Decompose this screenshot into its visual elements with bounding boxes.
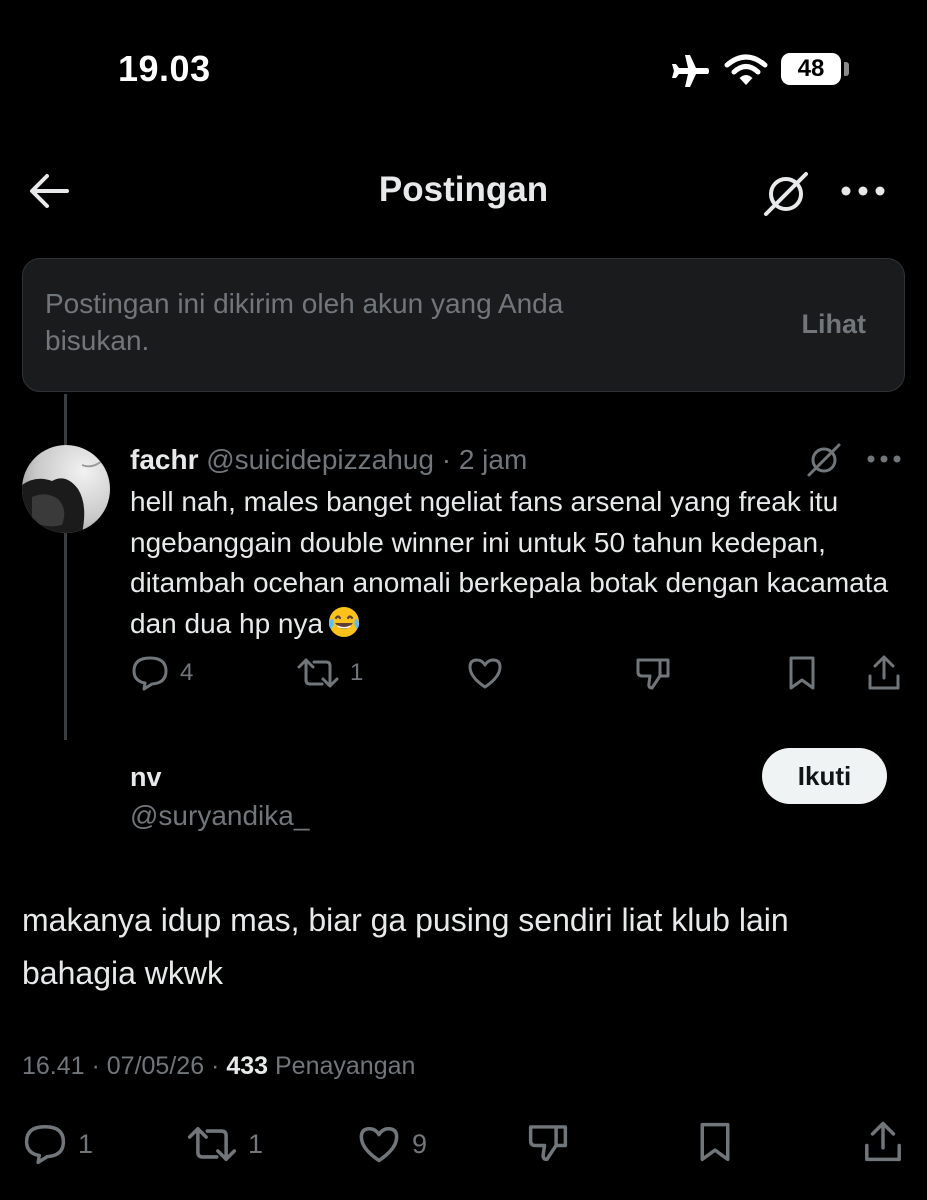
- grok-button[interactable]: [762, 170, 810, 218]
- reply-icon: [132, 656, 168, 691]
- views-label: Penayangan: [275, 1052, 416, 1080]
- share-icon: [868, 655, 900, 690]
- ellipsis-icon: [867, 455, 901, 463]
- author-name[interactable]: fachr: [130, 444, 198, 475]
- reply-button[interactable]: 1: [22, 1122, 93, 1166]
- view-muted-post-button[interactable]: Lihat: [802, 309, 867, 340]
- muted-notice-text: Postingan ini dikirim oleh akun yang And…: [45, 288, 564, 356]
- repost-button[interactable]: 1: [296, 656, 363, 690]
- reply-count: 4: [180, 659, 194, 686]
- follow-button[interactable]: Ikuti: [762, 748, 887, 804]
- reply-post-text: makanya idup mas, biar ga pusing sendiri…: [22, 902, 789, 991]
- reply-author-handle[interactable]: @suryandika_: [130, 800, 309, 832]
- bookmark-icon: [700, 1122, 730, 1162]
- bookmark-button[interactable]: [696, 1120, 734, 1164]
- avatar[interactable]: [22, 445, 110, 533]
- post-timestamp: 16.41 · 07/05/26 ·: [22, 1052, 220, 1080]
- status-time: 19.03: [118, 48, 211, 89]
- ellipsis-icon: [841, 186, 885, 196]
- share-button[interactable]: [866, 654, 902, 692]
- repost-icon: [187, 1126, 237, 1162]
- thumbs-down-icon: [636, 658, 670, 690]
- reply-count: 1: [78, 1128, 94, 1159]
- like-count: 9: [412, 1128, 428, 1159]
- muted-post-notice: Postingan ini dikirim oleh akun yang And…: [22, 258, 905, 392]
- dislike-button[interactable]: [526, 1120, 570, 1164]
- reply-author-name[interactable]: nv: [130, 762, 162, 793]
- parent-post-body: hell nah, males banget ngeliat fans arse…: [130, 486, 889, 639]
- reply-icon: [24, 1125, 66, 1165]
- wifi-icon: [724, 53, 768, 87]
- repost-count: 1: [248, 1128, 264, 1159]
- parent-post-text: hell nah, males banget ngeliat fans arse…: [130, 482, 910, 644]
- repost-icon: [297, 658, 339, 688]
- grok-icon: [764, 172, 808, 216]
- bookmark-button[interactable]: [786, 654, 818, 692]
- airplane-mode-icon: [668, 54, 710, 88]
- views-count: 433: [226, 1052, 269, 1080]
- post-time: 2 jam: [458, 444, 528, 475]
- more-options-button[interactable]: [840, 184, 886, 198]
- laughing-tears-emoji-icon: [327, 605, 361, 639]
- thumbs-down-icon: [528, 1125, 568, 1162]
- like-button[interactable]: [466, 656, 504, 690]
- heart-icon: [359, 1126, 399, 1163]
- grok-post-button[interactable]: [806, 442, 842, 478]
- grok-icon: [807, 443, 841, 477]
- battery-indicator: 48: [781, 53, 841, 85]
- separator-dot: ·: [441, 444, 452, 475]
- post-more-button[interactable]: [866, 454, 902, 464]
- repost-count: 1: [350, 659, 364, 686]
- author-handle[interactable]: @suicidepizzahug: [206, 444, 434, 475]
- parent-post-header: fachr @suicidepizzahug · 2 jam: [130, 443, 527, 477]
- heart-icon: [468, 658, 502, 689]
- reply-button[interactable]: 4: [130, 654, 193, 692]
- share-button[interactable]: [862, 1120, 904, 1164]
- bookmark-icon: [789, 656, 815, 690]
- battery-cap: [844, 62, 849, 76]
- repost-button[interactable]: 1: [186, 1124, 263, 1164]
- post-meta: 16.41 · 07/05/26 · 433 Penayangan: [22, 1052, 415, 1081]
- share-icon: [865, 1121, 901, 1162]
- dislike-button[interactable]: [634, 654, 672, 692]
- like-button[interactable]: 9: [356, 1124, 427, 1164]
